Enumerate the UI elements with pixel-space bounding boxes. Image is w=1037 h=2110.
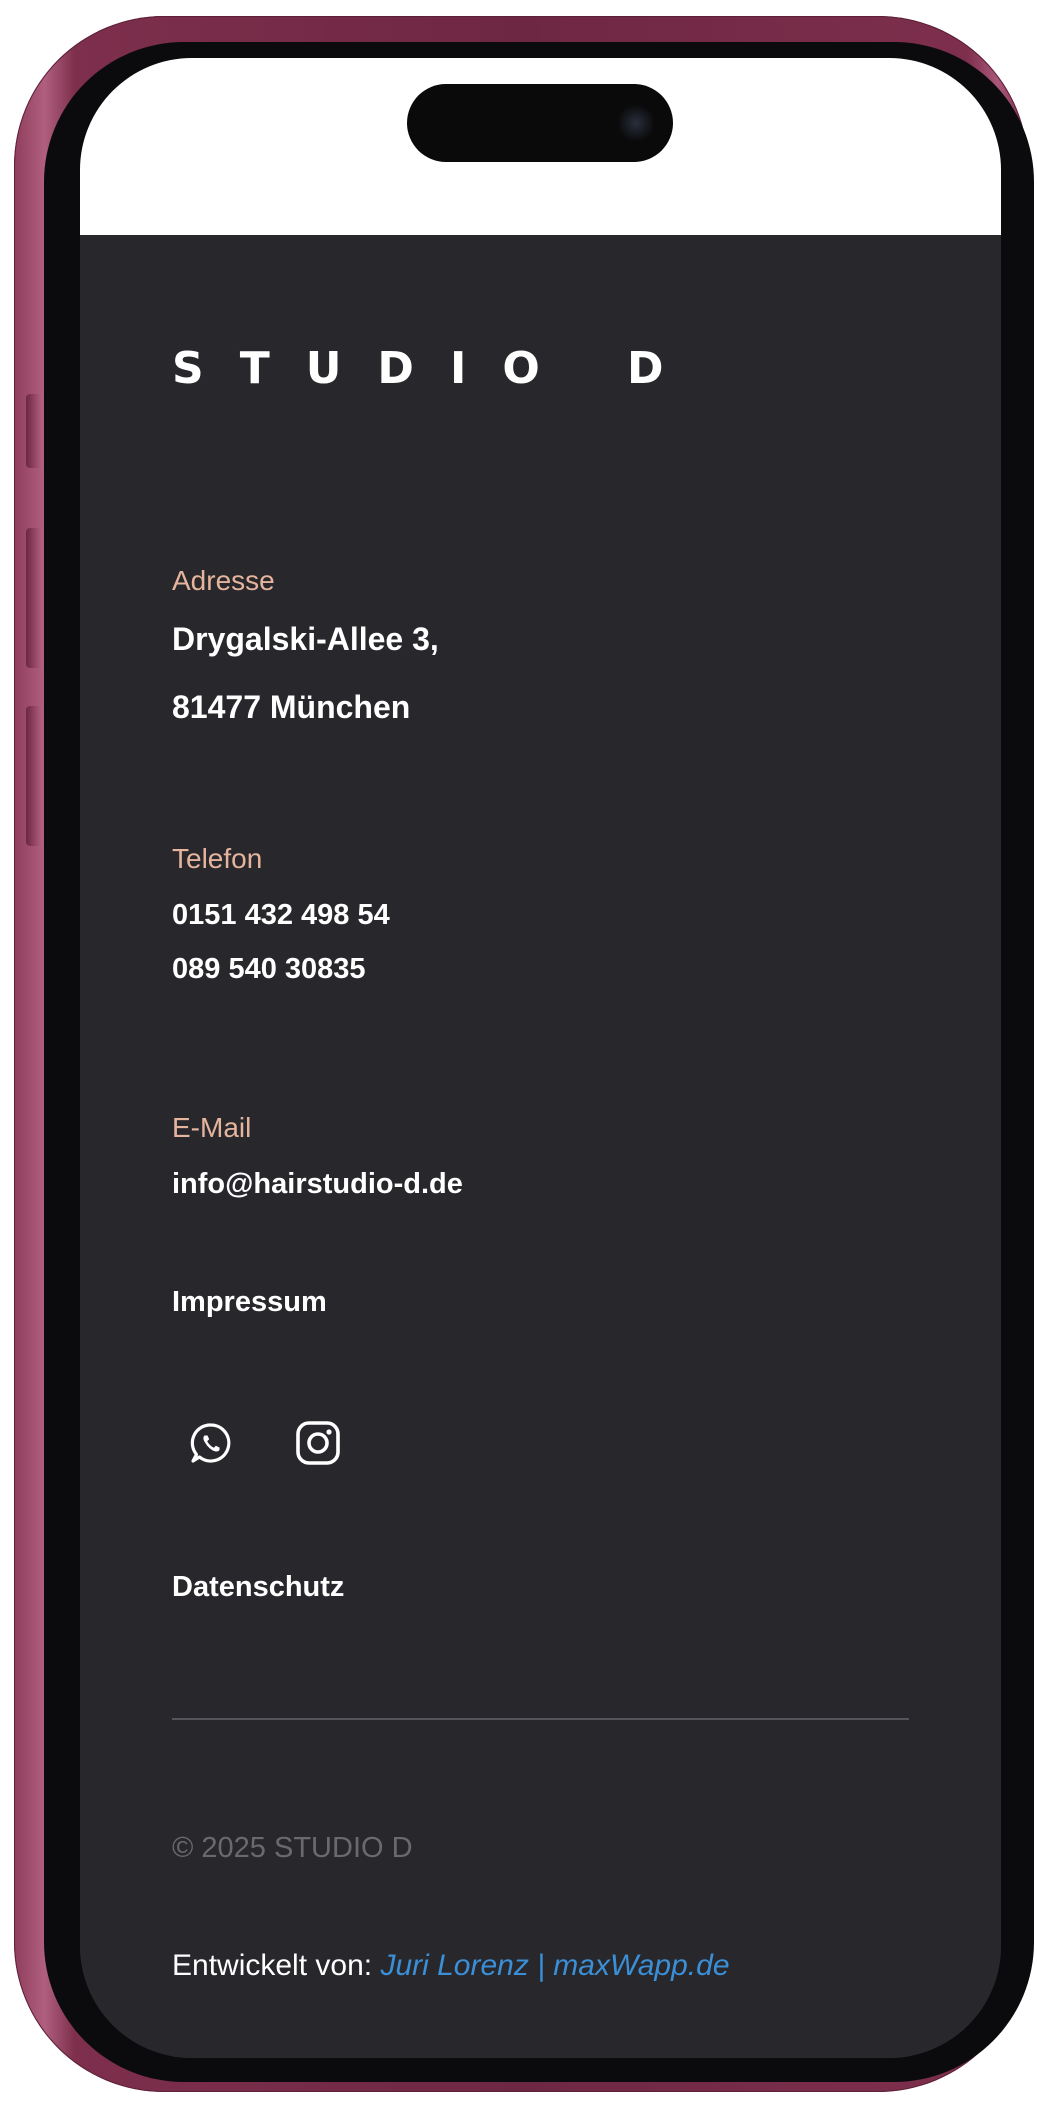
address-line-1: Drygalski-Allee 3,	[172, 621, 439, 657]
email-link[interactable]: info@hairstudio-d.de	[172, 1168, 463, 1201]
copyright-text: © 2025 STUDIO D	[172, 1832, 413, 1864]
instagram-icon[interactable]	[292, 1417, 344, 1469]
address-line-2: 81477 München	[172, 689, 411, 725]
phone-number-landline[interactable]: 089 540 30835	[172, 953, 366, 986]
footer-divider	[172, 1718, 909, 1720]
whatsapp-icon[interactable]	[185, 1417, 237, 1469]
impressum-link[interactable]: Impressum	[172, 1286, 327, 1319]
volume-down-button	[26, 706, 42, 846]
silent-switch	[26, 394, 42, 468]
datenschutz-link[interactable]: Datenschutz	[172, 1571, 344, 1604]
volume-up-button	[26, 528, 42, 668]
phone-screen: STUDIO D Adresse Drygalski-Allee 3, 8147…	[80, 58, 1001, 2058]
developer-credits: Entwickelt von: Juri Lorenz | maxWapp.de	[172, 1949, 730, 1983]
phone-label: Telefon	[172, 843, 263, 874]
brand-logo[interactable]: STUDIO D	[172, 343, 700, 394]
status-bar-area	[80, 58, 1001, 235]
address-label: Adresse	[172, 565, 275, 596]
developed-by-label: Entwickelt von:	[172, 1949, 373, 1982]
phone-number-mobile[interactable]: 0151 432 498 54	[172, 899, 390, 932]
email-label: E-Mail	[172, 1112, 252, 1143]
developer-link[interactable]: Juri Lorenz | maxWapp.de	[380, 1949, 729, 1982]
dynamic-island	[407, 84, 673, 162]
site-footer: STUDIO D Adresse Drygalski-Allee 3, 8147…	[80, 235, 1001, 2058]
front-camera-icon	[617, 104, 655, 142]
